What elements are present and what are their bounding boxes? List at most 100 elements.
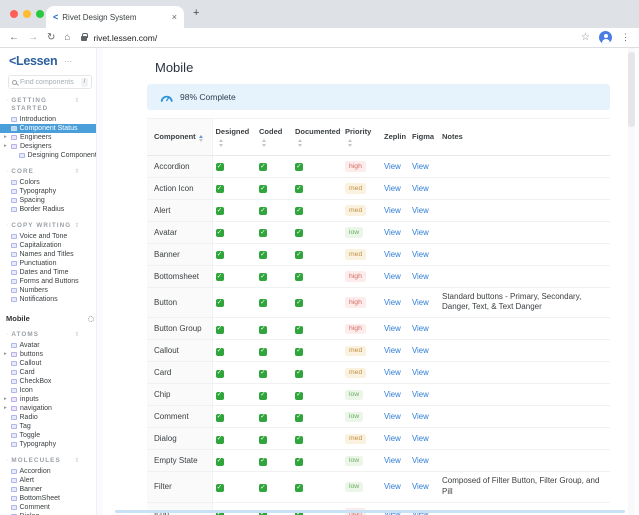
window-close-button[interactable] xyxy=(10,10,18,18)
zeplin-view-link[interactable]: View xyxy=(384,456,401,465)
figma-view-link[interactable]: View xyxy=(412,390,429,399)
table-horizontal-scrollbar[interactable] xyxy=(115,510,625,513)
sidebar-item-component-status[interactable]: Component Status xyxy=(0,124,99,133)
sidebar-item-toggle[interactable]: Toggle xyxy=(0,431,99,440)
sidebar-item-designers[interactable]: ▸Designers xyxy=(0,142,99,151)
zeplin-view-link[interactable]: View xyxy=(384,272,401,281)
sort-icon[interactable] xyxy=(219,139,223,147)
sidebar-item-spacing[interactable]: Spacing xyxy=(0,196,99,205)
sort-icon[interactable] xyxy=(262,139,266,147)
sidebar-item-forms-and-buttons[interactable]: Forms and Buttons xyxy=(0,277,99,286)
section-header-getting-started[interactable]: ·GETTING STARTED⇕ xyxy=(6,97,95,113)
figma-view-link[interactable]: View xyxy=(412,250,429,259)
figma-view-link[interactable]: View xyxy=(412,368,429,377)
sidebar-item-accordion[interactable]: Accordion xyxy=(0,467,99,476)
zeplin-view-link[interactable]: View xyxy=(384,324,401,333)
sidebar-item-callout[interactable]: Callout xyxy=(0,359,99,368)
sidebar-item-designing-components[interactable]: Designing Components xyxy=(0,151,99,160)
zeplin-view-link[interactable]: View xyxy=(384,482,401,491)
sidebar-root-mobile[interactable]: Mobile xyxy=(6,314,94,323)
new-tab-button[interactable]: + xyxy=(193,7,199,19)
figma-view-link[interactable]: View xyxy=(412,434,429,443)
zeplin-view-link[interactable]: View xyxy=(384,298,401,307)
zeplin-view-link[interactable]: View xyxy=(384,162,401,171)
sidebar-item-border-radius[interactable]: Border Radius xyxy=(0,205,99,214)
component-search[interactable]: / xyxy=(8,75,92,89)
sidebar-item-punctuation[interactable]: Punctuation xyxy=(0,259,99,268)
sidebar-item-card[interactable]: Card xyxy=(0,368,99,377)
sidebar-item-introduction[interactable]: Introduction xyxy=(0,115,99,124)
sidebar-item-banner[interactable]: Banner xyxy=(0,485,99,494)
sidebar-scrollbar[interactable] xyxy=(96,48,103,515)
figma-view-link[interactable]: View xyxy=(412,206,429,215)
zeplin-view-link[interactable]: View xyxy=(384,368,401,377)
figma-view-link[interactable]: View xyxy=(412,482,429,491)
sidebar-item-inputs[interactable]: ▸inputs xyxy=(0,395,99,404)
figma-view-link[interactable]: View xyxy=(412,456,429,465)
sidebar-item-buttons[interactable]: ▸buttons xyxy=(0,350,99,359)
sidebar-item-colors[interactable]: Colors xyxy=(0,178,99,187)
sidebar-item-tag[interactable]: Tag xyxy=(0,422,99,431)
sort-icon[interactable] xyxy=(348,139,352,147)
browser-tab[interactable]: < Rivet Design System × xyxy=(46,6,184,28)
column-header-priority[interactable]: Priority xyxy=(342,119,381,156)
sidebar-item-comment[interactable]: Comment xyxy=(0,503,99,512)
sidebar-item-radio[interactable]: Radio xyxy=(0,413,99,422)
zeplin-view-link[interactable]: View xyxy=(384,250,401,259)
section-header-atoms[interactable]: ·ATOMS⇕ xyxy=(6,331,95,339)
figma-view-link[interactable]: View xyxy=(412,346,429,355)
zeplin-view-link[interactable]: View xyxy=(384,390,401,399)
home-icon[interactable]: ⌂ xyxy=(64,33,70,43)
tab-close-icon[interactable]: × xyxy=(172,12,177,22)
section-header-core[interactable]: ·CORE⇕ xyxy=(6,168,95,176)
window-zoom-button[interactable] xyxy=(36,10,44,18)
column-header-coded[interactable]: Coded xyxy=(256,119,292,156)
figma-view-link[interactable]: View xyxy=(412,162,429,171)
sidebar-item-notifications[interactable]: Notifications xyxy=(0,295,99,304)
window-minimize-button[interactable] xyxy=(23,10,31,18)
figma-view-link[interactable]: View xyxy=(412,228,429,237)
page-scrollbar-thumb[interactable] xyxy=(628,52,635,127)
bookmark-star-icon[interactable]: ☆ xyxy=(581,32,590,43)
sidebar-item-alert[interactable]: Alert xyxy=(0,476,99,485)
zeplin-view-link[interactable]: View xyxy=(384,184,401,193)
sidebar-item-engineers[interactable]: ▸Engineers xyxy=(0,133,99,142)
sort-icon[interactable] xyxy=(298,139,302,147)
sidebar-item-icon[interactable]: Icon xyxy=(0,386,99,395)
lessen-logo[interactable]: <Lessen xyxy=(9,54,57,68)
forward-icon[interactable]: → xyxy=(28,33,38,43)
zeplin-view-link[interactable]: View xyxy=(384,346,401,355)
column-header-component[interactable]: Component xyxy=(147,119,212,156)
browser-menu-icon[interactable]: ⋮ xyxy=(621,32,630,43)
search-input[interactable] xyxy=(20,79,78,86)
sort-icon[interactable] xyxy=(199,135,203,143)
sidebar-item-navigation[interactable]: ▸navigation xyxy=(0,404,99,413)
zeplin-view-link[interactable]: View xyxy=(384,206,401,215)
sidebar-item-typography[interactable]: Typography xyxy=(0,440,99,449)
zeplin-view-link[interactable]: View xyxy=(384,228,401,237)
figma-view-link[interactable]: View xyxy=(412,298,429,307)
sidebar-item-capitalization[interactable]: Capitalization xyxy=(0,241,99,250)
sidebar-item-bottomsheet[interactable]: BottomSheet xyxy=(0,494,99,503)
column-header-designed[interactable]: Designed xyxy=(212,119,256,156)
sidebar-menu-button[interactable]: … xyxy=(62,57,74,65)
sidebar-item-names-and-titles[interactable]: Names and Titles xyxy=(0,250,99,259)
address-bar[interactable]: rivet.lessen.com/ xyxy=(93,33,572,43)
profile-avatar[interactable] xyxy=(599,31,612,44)
figma-view-link[interactable]: View xyxy=(412,324,429,333)
sidebar-item-checkbox[interactable]: CheckBox xyxy=(0,377,99,386)
reload-icon[interactable]: ↻ xyxy=(47,33,55,43)
section-header-molecules[interactable]: ·MOLECULES⇕ xyxy=(6,457,95,465)
figma-view-link[interactable]: View xyxy=(412,272,429,281)
figma-view-link[interactable]: View xyxy=(412,184,429,193)
sidebar-item-dates-and-time[interactable]: Dates and Time xyxy=(0,268,99,277)
sidebar-item-typography[interactable]: Typography xyxy=(0,187,99,196)
figma-view-link[interactable]: View xyxy=(412,412,429,421)
column-header-documented[interactable]: Documented xyxy=(292,119,342,156)
section-header-copy-writing[interactable]: ·COPY WRITING⇕ xyxy=(6,222,95,230)
back-icon[interactable]: ← xyxy=(9,33,19,43)
zeplin-view-link[interactable]: View xyxy=(384,412,401,421)
sidebar-item-voice-and-tone[interactable]: Voice and Tone xyxy=(0,232,99,241)
zeplin-view-link[interactable]: View xyxy=(384,434,401,443)
sidebar-item-avatar[interactable]: Avatar xyxy=(0,341,99,350)
